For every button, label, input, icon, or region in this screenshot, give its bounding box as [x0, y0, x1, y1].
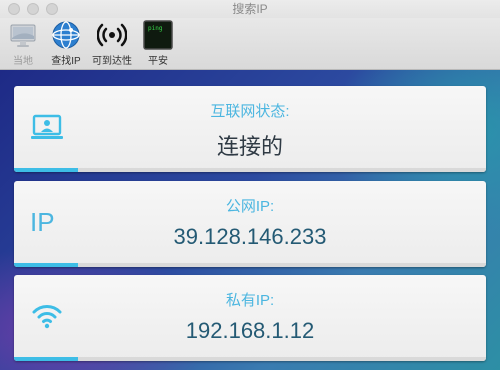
toolbar-local-button[interactable]: 当地	[4, 20, 42, 67]
private-ip-card: 私有IP: 192.168.1.12	[14, 275, 486, 361]
public-ip-bar	[14, 263, 78, 267]
toolbar-local-label: 当地	[13, 56, 33, 67]
private-ip-label: 私有IP:	[225, 292, 275, 309]
computer-icon	[8, 20, 38, 50]
terminal-ping-icon: ping	[143, 20, 173, 50]
toolbar-ping-button[interactable]: ping 平安	[140, 20, 176, 67]
ping-screen-text: ping	[148, 25, 163, 32]
private-ip-value[interactable]: 192.168.1.12	[14, 318, 486, 344]
toolbar-find-ip-button[interactable]: 查找IP	[46, 20, 86, 67]
private-ip-bar	[14, 357, 78, 361]
toolbar-reachability-button[interactable]: 可到达性	[87, 20, 137, 67]
signal-icon	[96, 20, 128, 50]
window-title: 搜索IP	[232, 2, 268, 16]
toolbar-reachability-label: 可到达性	[92, 56, 132, 67]
toolbar-ping-label: 平安	[148, 56, 168, 67]
title-bar: 搜索IP	[0, 0, 500, 18]
toolbar-find-ip-label: 查找IP	[51, 56, 81, 67]
close-window-button[interactable]	[8, 3, 20, 15]
public-ip-track	[14, 263, 486, 267]
toolbar: 当地 查找IP 可到达性 ping 平安	[0, 18, 500, 70]
internet-status-value: 连接的	[216, 134, 283, 159]
zoom-window-button[interactable]	[46, 3, 58, 15]
minimize-window-button[interactable]	[27, 3, 39, 15]
internet-status-label: 互联网状态:	[210, 103, 290, 120]
internet-status-track	[14, 168, 486, 172]
public-ip-label: 公网IP:	[225, 198, 275, 215]
public-ip-value[interactable]: 39.128.146.233	[14, 224, 486, 250]
globe-icon	[51, 20, 81, 50]
public-ip-card: IP 公网IP: 39.128.146.233	[14, 181, 486, 267]
internet-status-card: 互联网状态: 连接的	[14, 86, 486, 172]
internet-status-bar	[14, 168, 78, 172]
private-ip-track	[14, 357, 486, 361]
